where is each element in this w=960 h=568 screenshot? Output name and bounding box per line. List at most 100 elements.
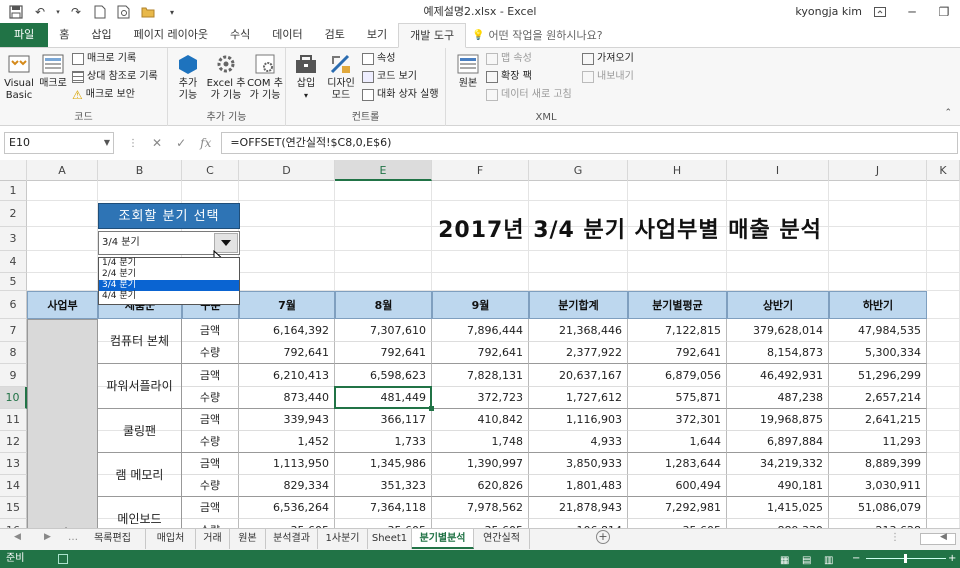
run-dialog-button[interactable]: 대화 상자 실행 xyxy=(362,88,439,102)
type-cell[interactable]: 수량 xyxy=(182,387,239,409)
value-cell[interactable]: 4,933 xyxy=(529,431,628,453)
value-cell[interactable]: 2,641,215 xyxy=(829,409,927,431)
row-header-12[interactable]: 12 xyxy=(0,431,27,453)
type-cell[interactable]: 금액 xyxy=(182,497,239,519)
product-cell[interactable]: 쿨링팬 xyxy=(98,409,182,453)
value-cell[interactable]: 34,219,332 xyxy=(727,453,829,475)
value-cell[interactable]: 792,641 xyxy=(239,342,335,364)
name-box[interactable]: E10 ▼ xyxy=(4,132,114,154)
value-cell[interactable]: 7,978,562 xyxy=(432,497,529,519)
macros-button[interactable]: 매크로 xyxy=(38,52,68,90)
value-cell[interactable]: 1,733 xyxy=(335,431,432,453)
value-cell[interactable]: 35,605 xyxy=(628,519,727,528)
column-header-C[interactable]: C xyxy=(182,160,239,181)
value-cell[interactable]: 3,030,911 xyxy=(829,475,927,497)
row-header-2[interactable]: 2 xyxy=(0,201,27,227)
normal-view-icon[interactable]: ▦ xyxy=(780,552,789,568)
tab-4[interactable]: 수식 xyxy=(219,23,261,47)
tab-2[interactable]: 삽입 xyxy=(80,23,122,47)
map-properties-button[interactable]: 맵 속성 xyxy=(486,52,532,66)
row-header-16[interactable]: 16 xyxy=(0,519,27,528)
value-cell[interactable]: 35,605 xyxy=(239,519,335,528)
expansion-pack-button[interactable]: 확장 팩 xyxy=(486,70,532,84)
value-cell[interactable]: 1,644 xyxy=(628,431,727,453)
more-tabs-icon[interactable]: … xyxy=(68,532,78,543)
type-cell[interactable]: 금액 xyxy=(182,364,239,387)
value-cell[interactable]: 51,086,079 xyxy=(829,497,927,519)
tab-splitter-icon[interactable]: ⋮ xyxy=(890,532,900,543)
product-cell[interactable]: 램 메모리 xyxy=(98,453,182,497)
record-macro-button[interactable]: 매크로 기록 xyxy=(72,52,136,66)
value-cell[interactable]: 1,116,903 xyxy=(529,409,628,431)
type-cell[interactable]: 금액 xyxy=(182,453,239,475)
product-cell[interactable]: 파워서플라이 xyxy=(98,364,182,409)
column-header-F[interactable]: F xyxy=(432,160,529,181)
type-cell[interactable]: 수량 xyxy=(182,342,239,364)
value-cell[interactable]: 829,334 xyxy=(239,475,335,497)
value-cell[interactable]: 7,292,981 xyxy=(628,497,727,519)
quarter-option[interactable]: 1/4 분기 xyxy=(99,258,239,269)
value-cell[interactable]: 873,440 xyxy=(239,387,335,409)
insert-function-icon[interactable]: fx xyxy=(200,136,211,150)
horizontal-scrollbar[interactable] xyxy=(920,533,956,545)
value-cell[interactable]: 487,238 xyxy=(727,387,829,409)
column-header-D[interactable]: D xyxy=(239,160,335,181)
value-cell[interactable]: 51,296,299 xyxy=(829,364,927,387)
addins-button[interactable]: 추가 기능 xyxy=(174,52,202,102)
import-button[interactable]: 가져오기 xyxy=(582,52,634,66)
print-preview-icon[interactable] xyxy=(114,2,134,22)
row-header-14[interactable]: 14 xyxy=(0,475,27,497)
value-cell[interactable]: 379,628,014 xyxy=(727,319,829,342)
formula-input[interactable]: =OFFSET(연간실적!$C8,0,E$6) xyxy=(221,132,958,154)
value-cell[interactable]: 7,896,444 xyxy=(432,319,529,342)
table-header-cell[interactable]: 분기합계 xyxy=(529,291,628,319)
visual-basic-button[interactable]: Visual Basic xyxy=(4,52,34,102)
sheet-tab-8[interactable]: 분기별분석 xyxy=(412,529,474,549)
quarter-option[interactable]: 3/4 분기 xyxy=(99,280,239,291)
row-header-10[interactable]: 10 xyxy=(0,387,27,409)
value-cell[interactable]: 372,723 xyxy=(432,387,529,409)
column-header-H[interactable]: H xyxy=(628,160,727,181)
value-cell[interactable]: 410,842 xyxy=(432,409,529,431)
macro-record-icon[interactable] xyxy=(58,554,68,564)
excel-addins-button[interactable]: Excel 추 가 기능 xyxy=(206,52,246,102)
design-mode-button[interactable]: 디자인 모드 xyxy=(324,52,358,102)
value-cell[interactable]: 366,117 xyxy=(335,409,432,431)
value-cell[interactable]: 47,984,535 xyxy=(829,319,927,342)
value-cell[interactable]: 1,452 xyxy=(239,431,335,453)
value-cell[interactable]: 20,637,167 xyxy=(529,364,628,387)
value-cell[interactable]: 21,368,446 xyxy=(529,319,628,342)
zoom-slider[interactable] xyxy=(866,554,946,563)
properties-button[interactable]: 속성 xyxy=(362,52,395,66)
tab-0[interactable]: 파일 xyxy=(0,23,49,47)
sheet-tab-6[interactable]: 1사분기 xyxy=(318,529,368,549)
table-header-cell[interactable]: 하반기 xyxy=(829,291,927,319)
table-header-cell[interactable]: 9월 xyxy=(432,291,529,319)
sheet-tab-1[interactable]: 목록편집 xyxy=(80,529,146,549)
row-header-5[interactable]: 5 xyxy=(0,273,27,291)
value-cell[interactable]: 106,814 xyxy=(529,519,628,528)
row-header-1[interactable]: 1 xyxy=(0,181,27,201)
collapse-ribbon-icon[interactable]: ⌃ xyxy=(944,108,952,118)
scroll-left-icon[interactable]: ◀ xyxy=(940,532,947,542)
value-cell[interactable]: 6,879,056 xyxy=(628,364,727,387)
value-cell[interactable]: 21,878,943 xyxy=(529,497,628,519)
division-cell[interactable]: 서 xyxy=(27,319,98,528)
value-cell[interactable]: 5,300,334 xyxy=(829,342,927,364)
scroll-tabs-right-icon[interactable]: ▶ xyxy=(44,532,51,542)
view-code-button[interactable]: 코드 보기 xyxy=(362,70,417,84)
value-cell[interactable]: 7,364,118 xyxy=(335,497,432,519)
table-header-cell[interactable]: 7월 xyxy=(239,291,335,319)
value-cell[interactable]: 339,943 xyxy=(239,409,335,431)
value-cell[interactable]: 35,605 xyxy=(335,519,432,528)
row-header-7[interactable]: 7 xyxy=(0,319,27,342)
column-header-J[interactable]: J xyxy=(829,160,927,181)
add-sheet-icon[interactable]: + xyxy=(596,530,610,544)
row-header-8[interactable]: 8 xyxy=(0,342,27,364)
page-layout-view-icon[interactable]: ▤ xyxy=(802,552,811,568)
minimize-icon[interactable]: ─ xyxy=(896,0,928,24)
column-header-G[interactable]: G xyxy=(529,160,628,181)
customize-qat-icon[interactable]: ▾ xyxy=(162,2,182,22)
cancel-icon[interactable]: ✕ xyxy=(152,136,162,150)
product-cell[interactable]: 컴퓨터 본체 xyxy=(98,319,182,364)
